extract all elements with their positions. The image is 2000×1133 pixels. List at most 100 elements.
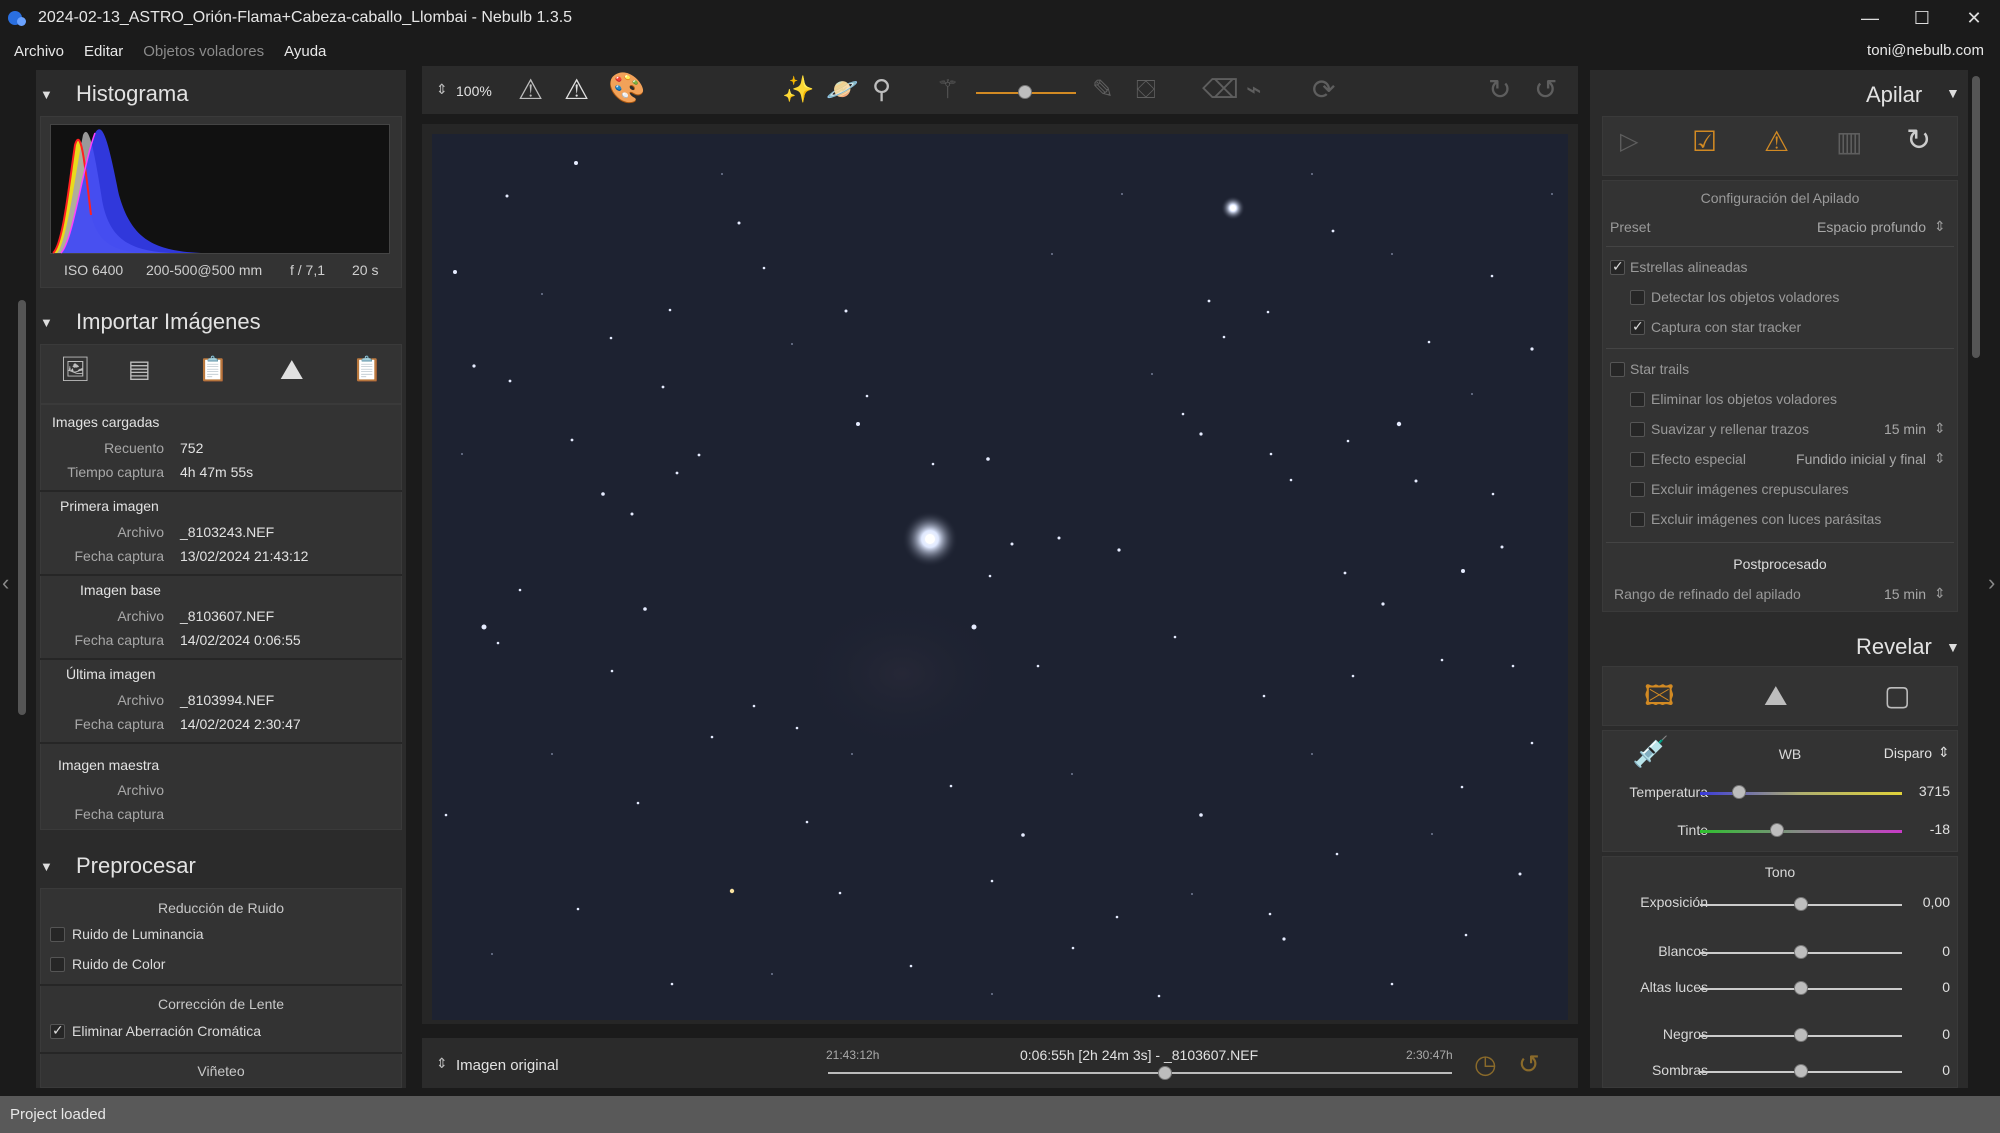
brush-size-knob[interactable] bbox=[1018, 85, 1032, 99]
refine-select[interactable]: 15 min bbox=[1840, 586, 1926, 602]
history-icon[interactable]: ↺ bbox=[1518, 1051, 1540, 1077]
stack-warning-icon[interactable]: ⚠ bbox=[1764, 128, 1789, 156]
undo-icon[interactable]: ↺ bbox=[1534, 76, 1557, 104]
develop-frame-icon[interactable]: ▢ bbox=[1884, 682, 1910, 710]
smooth-trails-select[interactable]: 15 min bbox=[1840, 421, 1926, 437]
color-noise-checkbox[interactable] bbox=[50, 957, 65, 972]
twilight-checkbox[interactable] bbox=[1630, 482, 1645, 497]
develop-image-icon[interactable]: 🖾 bbox=[1644, 682, 1674, 710]
wb-stepper-icon[interactable]: ⇕ bbox=[1938, 744, 1950, 761]
detect-flying-checkbox[interactable] bbox=[1630, 290, 1645, 305]
tint-value[interactable]: -18 bbox=[1880, 821, 1950, 837]
exposure-value[interactable]: 0,00 bbox=[1880, 894, 1950, 910]
collapse-triangle-icon[interactable]: ▼ bbox=[1946, 640, 1960, 654]
star-tracker-checkbox[interactable] bbox=[1630, 318, 1645, 335]
timeline-track[interactable] bbox=[828, 1072, 1452, 1074]
collapse-triangle-icon: ▼ bbox=[40, 858, 53, 874]
shadows-value[interactable]: 0 bbox=[1880, 1062, 1950, 1078]
highlights-value[interactable]: 0 bbox=[1880, 979, 1950, 995]
view-stepper-icon[interactable]: ⇕ bbox=[436, 1056, 448, 1070]
histogram-header[interactable]: ▼ Histograma bbox=[36, 74, 406, 114]
user-account[interactable]: toni@nebulb.com bbox=[1867, 42, 1984, 59]
parasitic-lights-checkbox[interactable] bbox=[1630, 512, 1645, 527]
shadows-knob[interactable] bbox=[1794, 1064, 1808, 1078]
broom-icon[interactable]: ⌁ bbox=[1246, 76, 1262, 102]
temperature-track[interactable] bbox=[1700, 792, 1902, 795]
stars-icon[interactable]: ✨ bbox=[782, 76, 814, 102]
blacks-value[interactable]: 0 bbox=[1880, 1026, 1950, 1042]
aligned-stars-checkbox[interactable] bbox=[1610, 258, 1625, 275]
temperature-knob[interactable] bbox=[1732, 785, 1746, 799]
collapse-right-arrow-icon[interactable]: › bbox=[1988, 570, 1995, 596]
zoom-stepper-icon[interactable]: ⇕ bbox=[436, 82, 448, 96]
brush-icon[interactable]: ✎ bbox=[1092, 76, 1114, 102]
whites-value[interactable]: 0 bbox=[1880, 943, 1950, 959]
timeline-knob[interactable] bbox=[1157, 1066, 1172, 1080]
clock-icon[interactable]: ◷ bbox=[1474, 1051, 1497, 1077]
remove-flying-checkbox[interactable] bbox=[1630, 392, 1645, 407]
count-value: 752 bbox=[180, 440, 204, 456]
temperature-value[interactable]: 3715 bbox=[1880, 783, 1950, 799]
redo-icon[interactable]: ↻ bbox=[1488, 76, 1511, 104]
tint-knob[interactable] bbox=[1770, 823, 1784, 837]
reset-icon[interactable]: ↻ bbox=[1906, 126, 1931, 156]
first-date-label: Fecha captura bbox=[74, 548, 165, 564]
play-icon[interactable]: ▷ bbox=[1620, 130, 1638, 154]
magic-wand-icon[interactable]: ⚚ bbox=[936, 76, 959, 102]
develop-header[interactable]: Revelar bbox=[1856, 634, 1932, 660]
special-effect-checkbox[interactable] bbox=[1630, 452, 1645, 467]
stack-check-icon[interactable]: ☑ bbox=[1692, 128, 1717, 156]
preprocess-header[interactable]: ▼ Preprocesar bbox=[36, 846, 406, 886]
exposure-knob[interactable] bbox=[1794, 897, 1808, 911]
minimize-button[interactable]: — bbox=[1844, 0, 1896, 36]
chromatic-aberration-checkbox[interactable] bbox=[50, 1022, 65, 1039]
astro-image[interactable] bbox=[432, 134, 1568, 1020]
preset-stepper-icon[interactable]: ⇕ bbox=[1934, 218, 1946, 235]
stack-columns-icon[interactable]: ▥ bbox=[1836, 128, 1862, 156]
menu-ayuda[interactable]: Ayuda bbox=[284, 43, 326, 60]
preset-select[interactable]: Espacio profundo bbox=[1700, 219, 1926, 235]
collapse-left-arrow-icon[interactable]: ‹ bbox=[2, 570, 9, 596]
tint-track[interactable] bbox=[1700, 830, 1902, 833]
master-image-icon[interactable]: 📋 bbox=[352, 358, 382, 382]
luminance-noise-checkbox[interactable] bbox=[50, 927, 65, 942]
develop-landscape-icon[interactable]: ⛰ bbox=[1764, 682, 1788, 710]
import-images-icon[interactable]: 🖼 bbox=[60, 358, 90, 382]
left-scrollbar[interactable] bbox=[18, 300, 26, 715]
view-selector[interactable]: Imagen original bbox=[456, 1057, 559, 1074]
postprocess-title: Postprocesado bbox=[1733, 556, 1827, 572]
highlights-knob[interactable] bbox=[1794, 981, 1808, 995]
effect-stepper-icon[interactable]: ⇕ bbox=[1934, 450, 1946, 467]
eraser-icon[interactable]: ⌫ bbox=[1202, 76, 1239, 102]
smooth-stepper-icon[interactable]: ⇕ bbox=[1934, 420, 1946, 437]
close-button[interactable]: ✕ bbox=[1948, 0, 2000, 36]
whites-knob[interactable] bbox=[1794, 945, 1808, 959]
paste-images-icon[interactable]: 📋 bbox=[198, 358, 228, 382]
wb-select[interactable]: Disparo bbox=[1840, 745, 1932, 761]
smooth-trails-checkbox[interactable] bbox=[1630, 422, 1645, 437]
count-label: Recuento bbox=[104, 440, 164, 456]
stack-header[interactable]: Apilar bbox=[1866, 82, 1922, 108]
zoom-level[interactable]: 100% bbox=[456, 83, 492, 99]
eyedropper-icon[interactable]: 💉 bbox=[1632, 738, 1669, 768]
palette-icon[interactable]: 🎨 bbox=[608, 74, 645, 104]
menu-archivo[interactable]: Archivo bbox=[14, 43, 64, 60]
tower-icon[interactable]: ⚲ bbox=[872, 76, 891, 102]
import-header[interactable]: ▼ Importar Imágenes bbox=[36, 302, 406, 342]
import-folder-icon[interactable]: ▤ bbox=[128, 358, 151, 382]
blacks-knob[interactable] bbox=[1794, 1028, 1808, 1042]
maximize-button[interactable]: ☐ bbox=[1896, 0, 1948, 36]
menu-editar[interactable]: Editar bbox=[84, 43, 123, 60]
right-scrollbar[interactable] bbox=[1972, 76, 1980, 358]
warning-outline-icon[interactable]: ⚠ bbox=[518, 76, 543, 104]
star-trails-checkbox[interactable] bbox=[1610, 362, 1625, 377]
special-effect-select[interactable]: Fundido inicial y final bbox=[1760, 451, 1926, 467]
collapse-triangle-icon[interactable]: ▼ bbox=[1946, 86, 1960, 100]
bucket-icon[interactable]: ⛋ bbox=[1136, 76, 1156, 102]
planet-icon[interactable]: 🪐 bbox=[826, 76, 858, 102]
refine-stepper-icon[interactable]: ⇕ bbox=[1934, 585, 1946, 602]
menu-objetos-voladores[interactable]: Objetos voladores bbox=[143, 43, 264, 60]
refresh-icon[interactable]: ⟳ bbox=[1312, 76, 1335, 104]
base-image-icon[interactable]: ⛰ bbox=[280, 356, 304, 384]
warning-filled-icon[interactable]: ⚠ bbox=[564, 76, 589, 104]
